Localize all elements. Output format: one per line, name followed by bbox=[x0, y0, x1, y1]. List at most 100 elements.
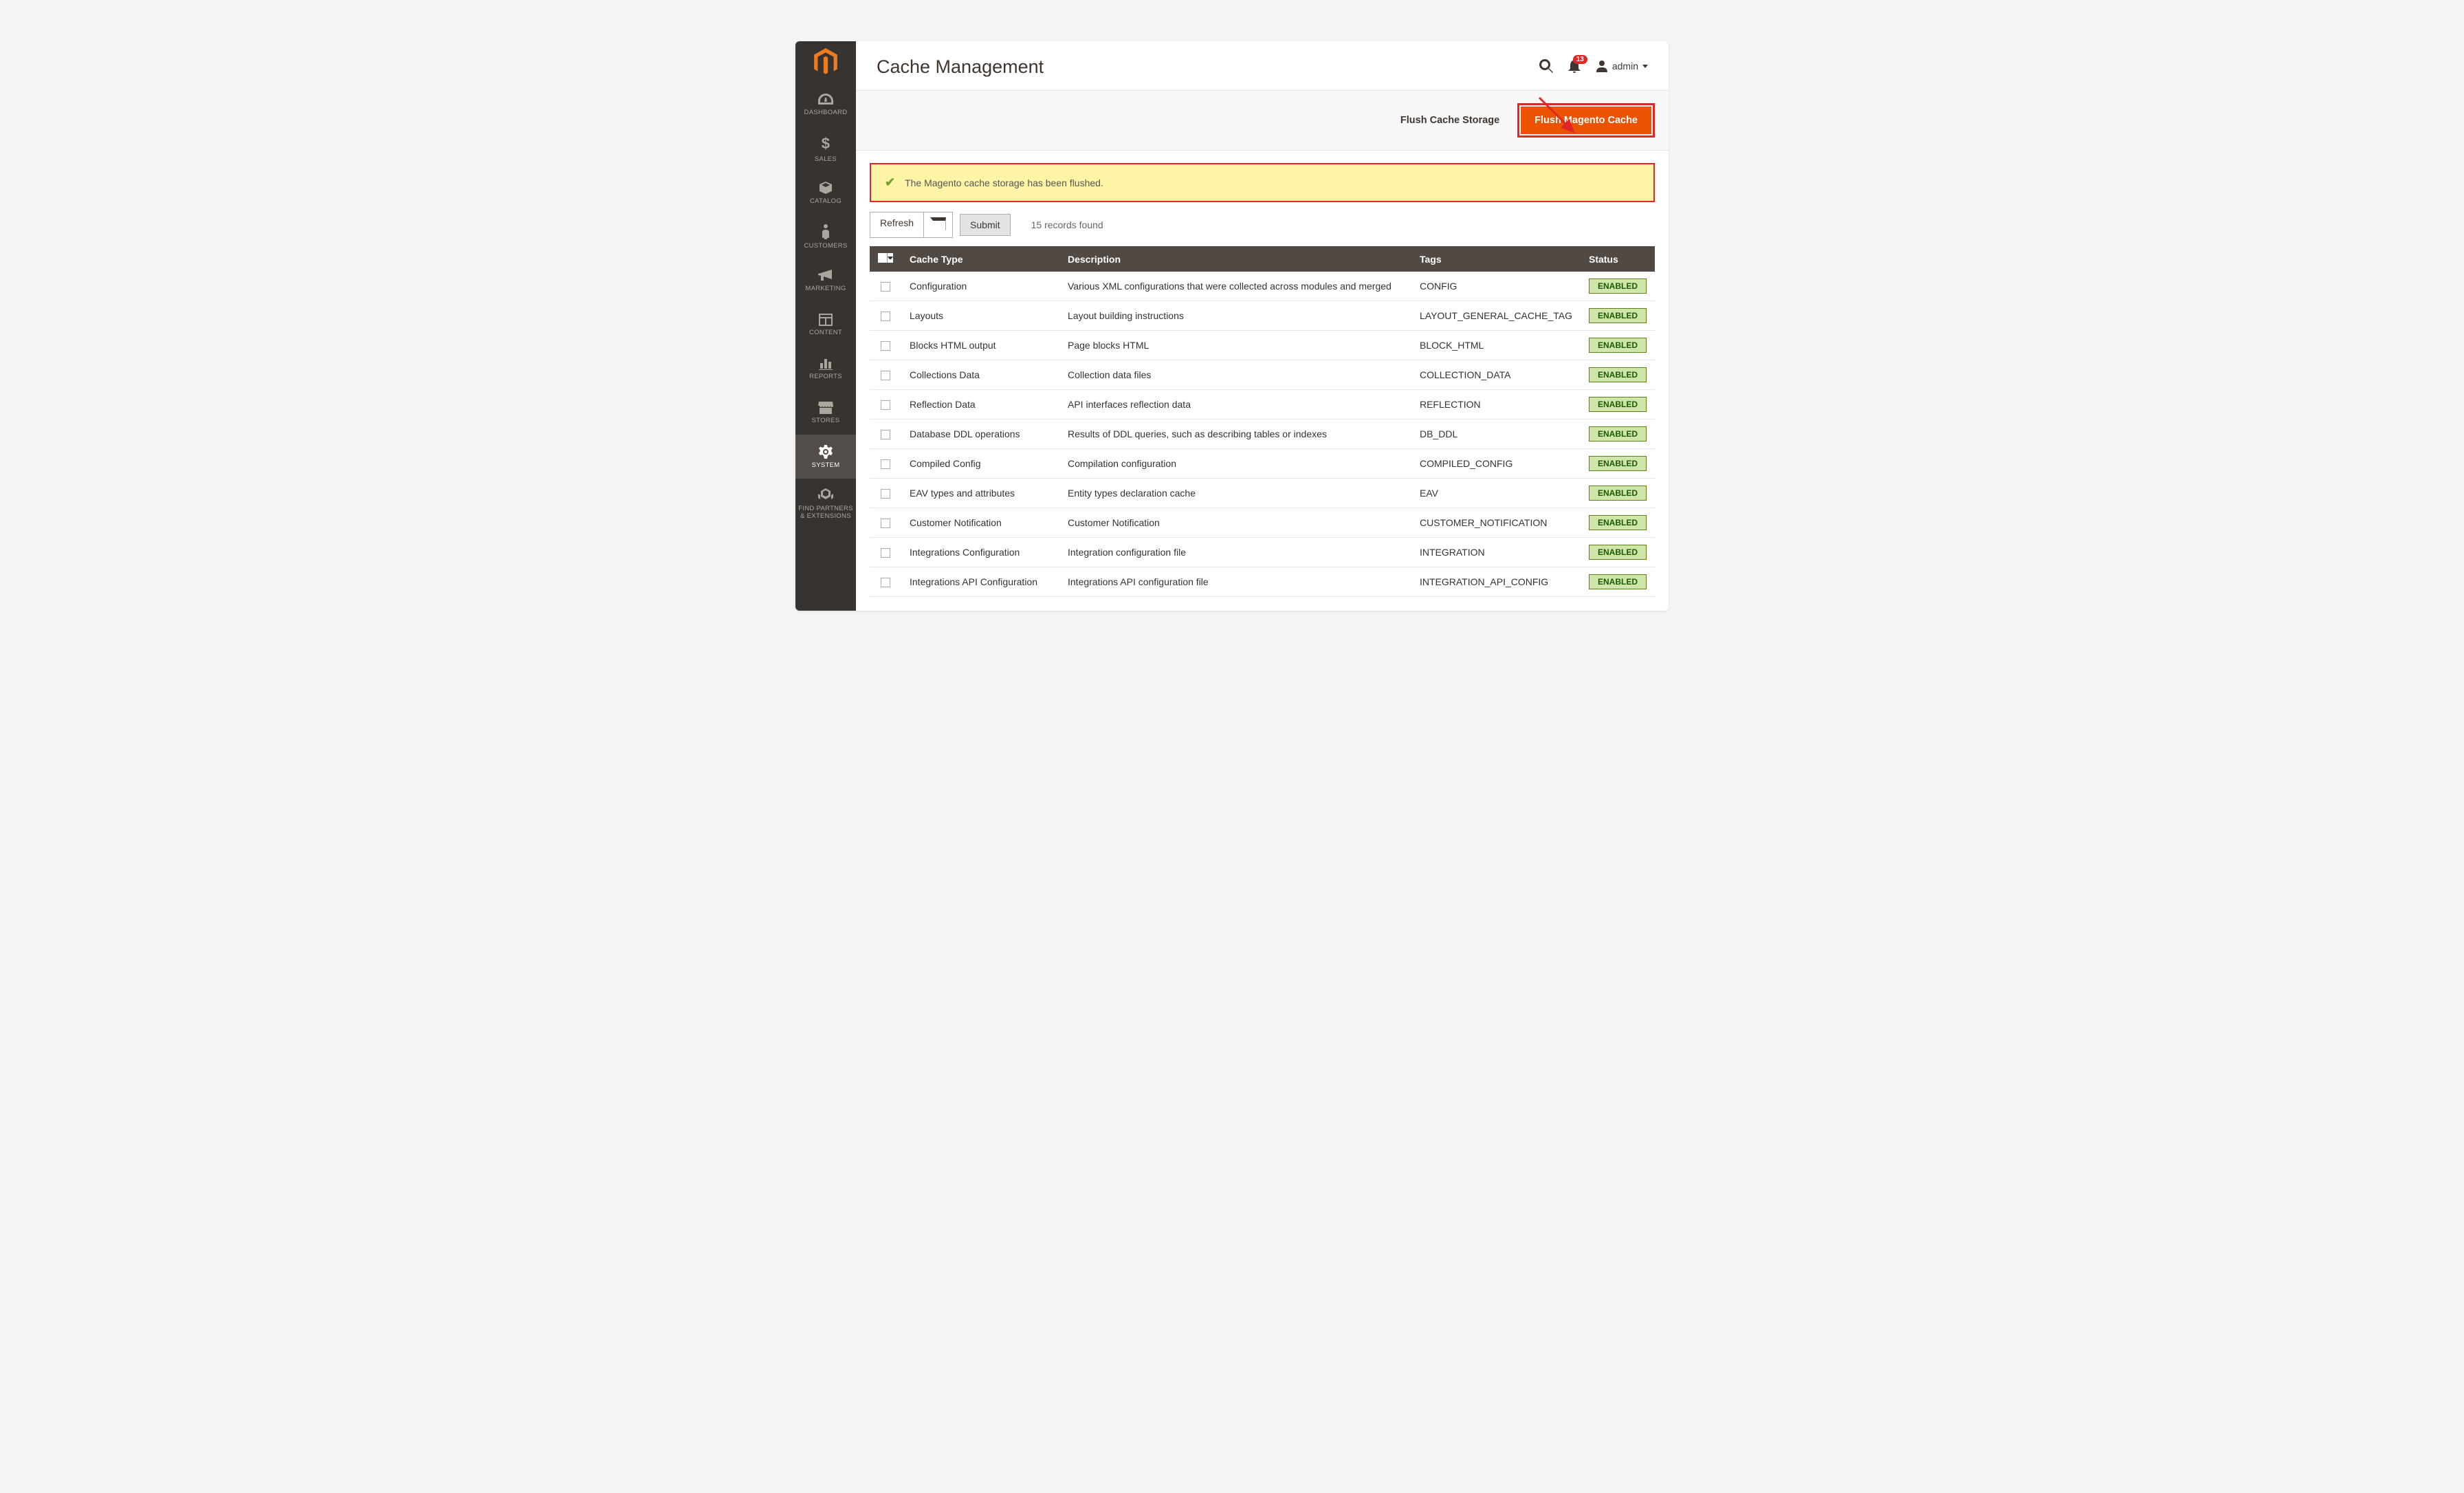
mass-action-select[interactable]: Refresh bbox=[870, 212, 953, 238]
cell-tags: CUSTOMER_NOTIFICATION bbox=[1411, 508, 1581, 538]
table-row: Database DDL operationsResults of DDL qu… bbox=[870, 419, 1655, 449]
cell-cache-type: EAV types and attributes bbox=[901, 479, 1059, 508]
row-checkbox[interactable] bbox=[881, 341, 890, 351]
cell-cache-type: Integrations API Configuration bbox=[901, 567, 1059, 597]
cache-grid: Cache Type Description Tags Status Confi… bbox=[870, 246, 1655, 597]
success-message: ✔ The Magento cache storage has been flu… bbox=[871, 164, 1653, 201]
table-row: EAV types and attributesEntity types dec… bbox=[870, 479, 1655, 508]
status-badge: ENABLED bbox=[1589, 308, 1647, 323]
cell-tags: EAV bbox=[1411, 479, 1581, 508]
cell-description: API interfaces reflection data bbox=[1059, 390, 1411, 419]
col-status: Status bbox=[1581, 246, 1655, 272]
gear-icon bbox=[819, 445, 833, 459]
cell-tags: LAYOUT_GENERAL_CACHE_TAG bbox=[1411, 301, 1581, 331]
row-checkbox[interactable] bbox=[881, 489, 890, 499]
user-icon bbox=[1596, 60, 1608, 72]
sidebar-item-customers[interactable]: CUSTOMERS bbox=[795, 215, 856, 259]
cell-tags: INTEGRATION bbox=[1411, 538, 1581, 567]
row-checkbox[interactable] bbox=[881, 519, 890, 528]
notifications-button[interactable]: 13 bbox=[1568, 59, 1581, 73]
cell-tags: REFLECTION bbox=[1411, 390, 1581, 419]
chevron-down-icon bbox=[924, 212, 952, 237]
cell-description: Customer Notification bbox=[1059, 508, 1411, 538]
status-badge: ENABLED bbox=[1589, 367, 1647, 382]
row-checkbox[interactable] bbox=[881, 548, 890, 558]
sidebar-item-label: SYSTEM bbox=[812, 461, 840, 469]
cell-description: Integrations API configuration file bbox=[1059, 567, 1411, 597]
flush-cache-storage-button[interactable]: Flush Cache Storage bbox=[1391, 107, 1509, 134]
main-content: Cache Management 13 admin Flush Cache St… bbox=[856, 41, 1669, 611]
status-badge: ENABLED bbox=[1589, 338, 1647, 353]
partners-icon bbox=[818, 488, 833, 502]
sidebar-item-dashboard[interactable]: DASHBOARD bbox=[795, 83, 856, 127]
cell-description: Integration configuration file bbox=[1059, 538, 1411, 567]
col-tags: Tags bbox=[1411, 246, 1581, 272]
cell-description: Various XML configurations that were col… bbox=[1059, 272, 1411, 301]
cell-cache-type: Blocks HTML output bbox=[901, 331, 1059, 360]
search-icon[interactable] bbox=[1539, 59, 1553, 73]
submit-button[interactable]: Submit bbox=[960, 214, 1011, 236]
sidebar-item-catalog[interactable]: CATALOG bbox=[795, 171, 856, 215]
check-icon: ✔ bbox=[885, 175, 895, 190]
cell-cache-type: Integrations Configuration bbox=[901, 538, 1059, 567]
table-header-row: Cache Type Description Tags Status bbox=[870, 246, 1655, 272]
status-badge: ENABLED bbox=[1589, 515, 1647, 530]
user-menu[interactable]: admin bbox=[1596, 60, 1648, 72]
sidebar-item-label: SALES bbox=[815, 155, 837, 163]
sidebar-item-label: MARKETING bbox=[805, 285, 846, 292]
cell-tags: CONFIG bbox=[1411, 272, 1581, 301]
select-all-header[interactable] bbox=[870, 246, 901, 272]
status-badge: ENABLED bbox=[1589, 279, 1647, 294]
sidebar-item-sales[interactable]: $ SALES bbox=[795, 127, 856, 171]
message-highlight: ✔ The Magento cache storage has been flu… bbox=[870, 163, 1655, 202]
table-row: Integrations API ConfigurationIntegratio… bbox=[870, 567, 1655, 597]
sidebar-item-system[interactable]: SYSTEM bbox=[795, 435, 856, 479]
cell-cache-type: Customer Notification bbox=[901, 508, 1059, 538]
highlight-annotation: Flush Magento Cache bbox=[1517, 103, 1655, 138]
store-icon bbox=[818, 402, 833, 414]
cell-description: Entity types declaration cache bbox=[1059, 479, 1411, 508]
row-checkbox[interactable] bbox=[881, 371, 890, 380]
user-name: admin bbox=[1612, 61, 1638, 72]
row-checkbox[interactable] bbox=[881, 578, 890, 587]
row-checkbox[interactable] bbox=[881, 459, 890, 469]
table-row: Collections DataCollection data filesCOL… bbox=[870, 360, 1655, 390]
status-badge: ENABLED bbox=[1589, 486, 1647, 501]
row-checkbox[interactable] bbox=[881, 282, 890, 292]
sidebar-item-label: CATALOG bbox=[810, 197, 842, 205]
row-checkbox[interactable] bbox=[881, 400, 890, 410]
cell-description: Collection data files bbox=[1059, 360, 1411, 390]
row-checkbox[interactable] bbox=[881, 312, 890, 321]
table-row: Compiled ConfigCompilation configuration… bbox=[870, 449, 1655, 479]
dashboard-icon bbox=[818, 94, 833, 106]
dollar-icon: $ bbox=[822, 135, 830, 153]
grid-toolbar: Refresh Submit 15 records found bbox=[856, 202, 1669, 246]
sidebar-item-label: CONTENT bbox=[809, 329, 842, 336]
cell-description: Results of DDL queries, such as describi… bbox=[1059, 419, 1411, 449]
flush-magento-cache-button[interactable]: Flush Magento Cache bbox=[1521, 107, 1651, 134]
status-badge: ENABLED bbox=[1589, 545, 1647, 560]
sidebar-item-marketing[interactable]: MARKETING bbox=[795, 259, 856, 303]
magento-logo[interactable] bbox=[795, 41, 856, 83]
sidebar-item-stores[interactable]: STORES bbox=[795, 391, 856, 435]
page-title: Cache Management bbox=[877, 56, 1044, 78]
cell-cache-type: Layouts bbox=[901, 301, 1059, 331]
sidebar-item-label: STORES bbox=[812, 417, 840, 424]
sidebar-item-label: DASHBOARD bbox=[804, 109, 848, 116]
box-icon bbox=[819, 181, 833, 195]
sidebar-item-reports[interactable]: REPORTS bbox=[795, 347, 856, 391]
notification-badge: 13 bbox=[1573, 55, 1587, 64]
status-badge: ENABLED bbox=[1589, 574, 1647, 589]
table-row: Reflection DataAPI interfaces reflection… bbox=[870, 390, 1655, 419]
sidebar-item-partners[interactable]: FIND PARTNERS & EXTENSIONS bbox=[795, 479, 856, 530]
chevron-down-icon bbox=[1642, 65, 1648, 68]
cell-cache-type: Collections Data bbox=[901, 360, 1059, 390]
sidebar: DASHBOARD $ SALES CATALOG CUSTOMERS MARK… bbox=[795, 41, 856, 611]
sidebar-item-label: REPORTS bbox=[809, 373, 842, 380]
sidebar-item-content[interactable]: CONTENT bbox=[795, 303, 856, 347]
cell-cache-type: Compiled Config bbox=[901, 449, 1059, 479]
row-checkbox[interactable] bbox=[881, 430, 890, 439]
cell-description: Compilation configuration bbox=[1059, 449, 1411, 479]
status-badge: ENABLED bbox=[1589, 456, 1647, 471]
records-count: 15 records found bbox=[1031, 219, 1103, 230]
